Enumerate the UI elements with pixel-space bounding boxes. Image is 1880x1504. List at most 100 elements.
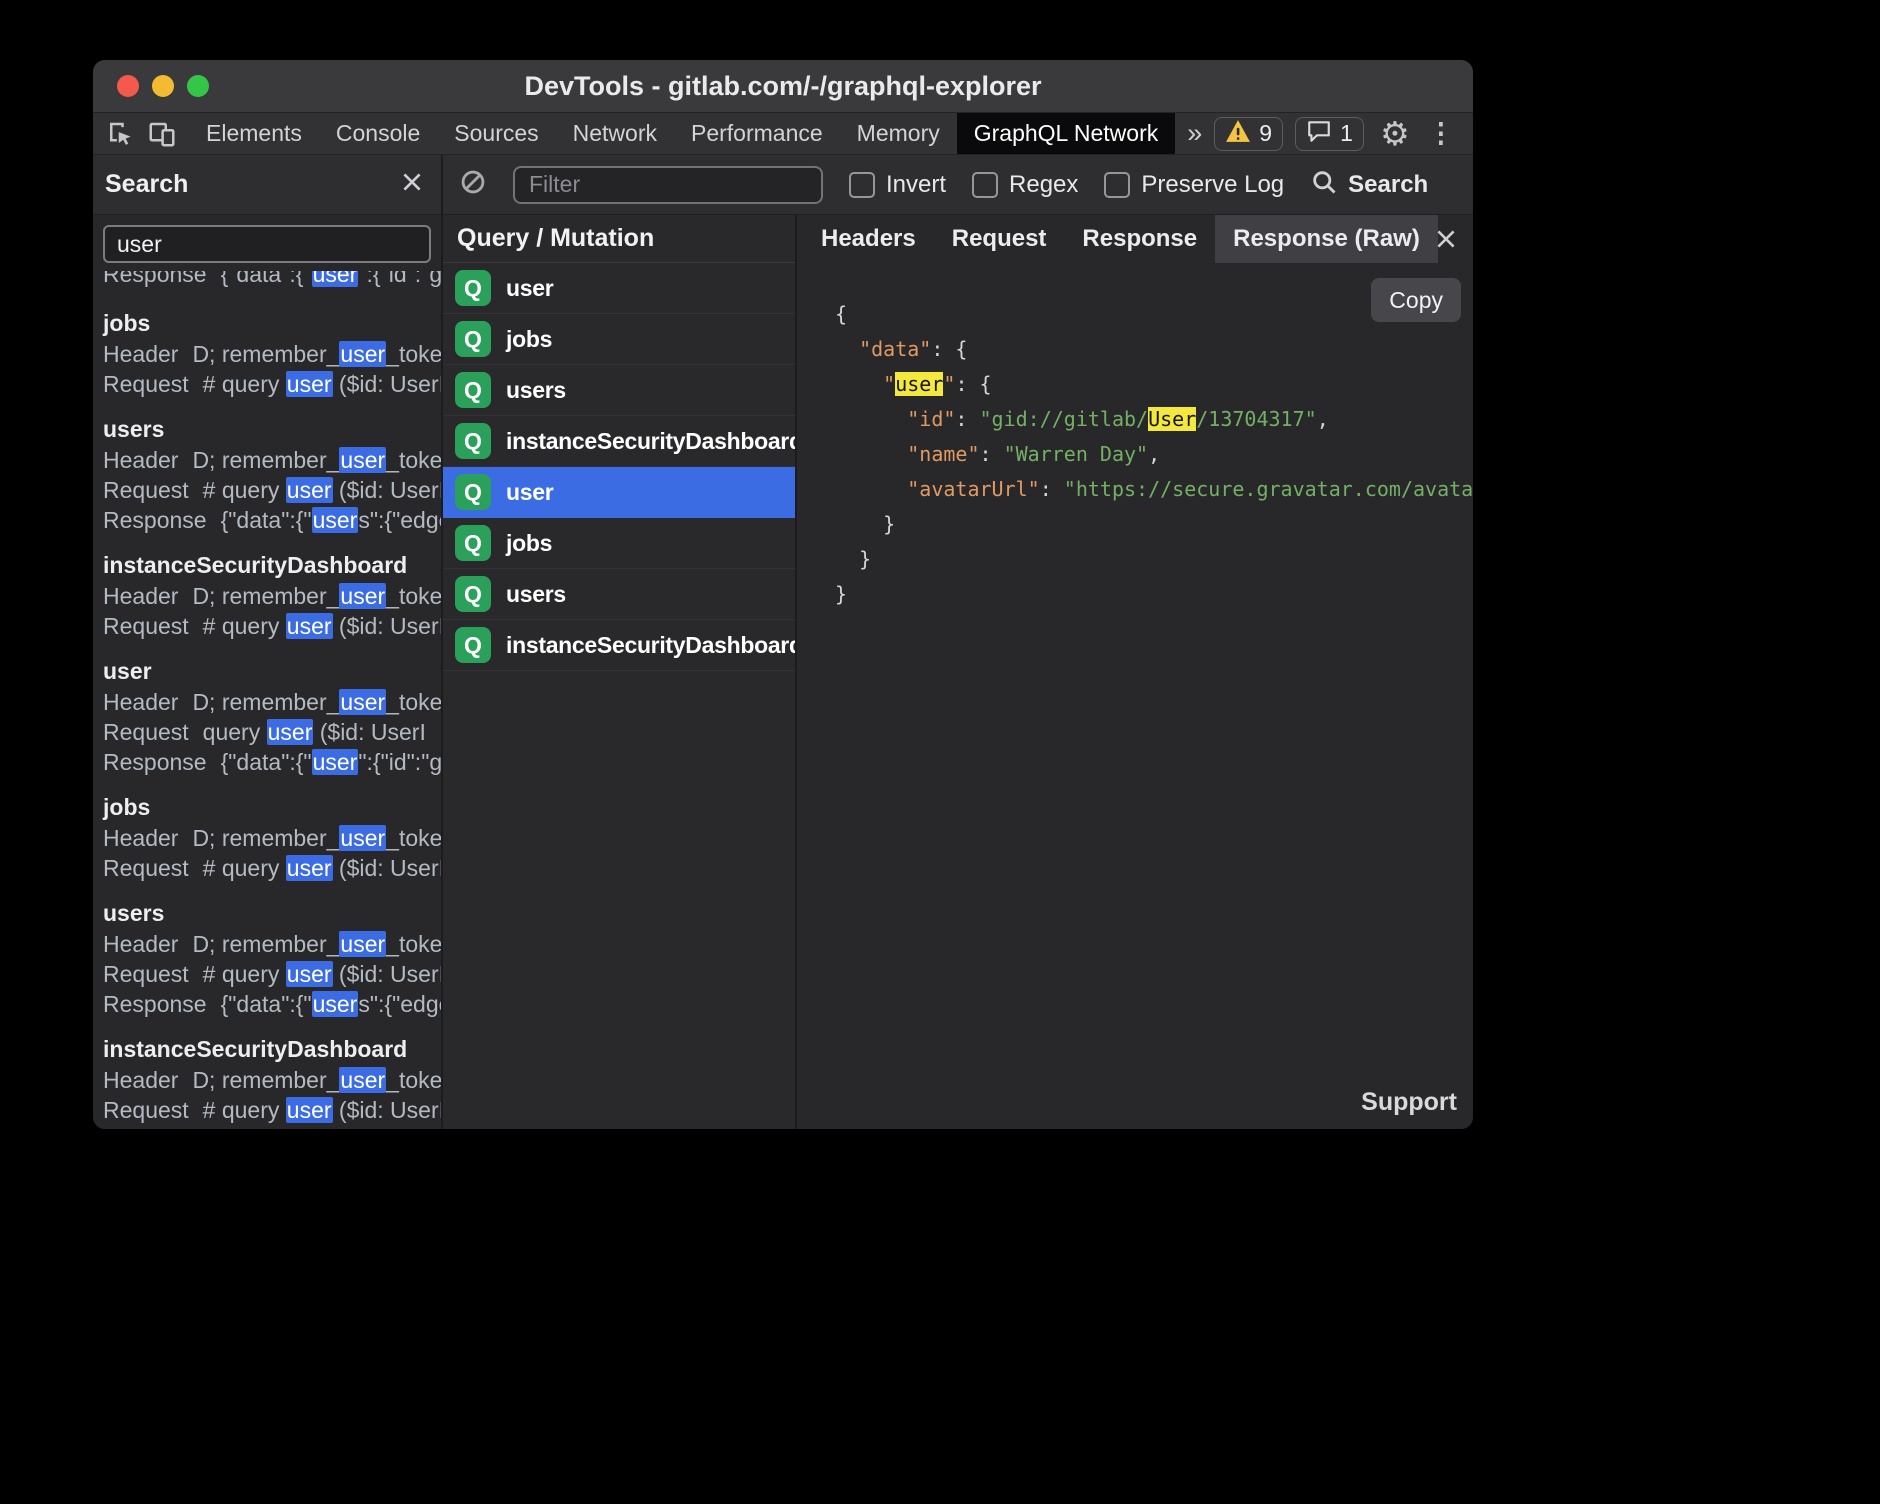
search-toggle[interactable]: Search [1310,168,1428,201]
tab-graphql-network[interactable]: GraphQL Network [957,113,1176,154]
checkbox-box-invert[interactable] [849,172,875,198]
checkbox-label-invert: Invert [886,171,946,199]
search-text-segment: # query [203,1097,286,1123]
more-tabs-chevron[interactable]: » [1175,113,1214,154]
result-section-title[interactable]: users [103,413,441,445]
query-badge: Q [455,372,491,408]
search-text-segment: ($id: UserI [333,961,441,987]
search-result-line[interactable]: HeaderD; remember_user_token=e [103,339,441,369]
search-text-segment: _token=e [386,583,441,609]
query-list-item[interactable]: Qusers [443,569,795,620]
result-section-title[interactable]: users [103,897,441,929]
search-result-line[interactable]: HeaderD; remember_user_token=e [103,687,441,717]
query-list-item-selected[interactable]: Quser [443,467,795,518]
query-list-item[interactable]: Quser [443,263,795,314]
minimize-button[interactable] [152,75,174,97]
search-result-line[interactable]: HeaderD; remember_user_token=e [103,445,441,475]
filter-checkboxes: Invert Regex Preserve Log [849,171,1284,199]
settings-gear-icon[interactable]: ⚙ [1376,113,1414,154]
checkbox-box-preserve-log[interactable] [1104,172,1130,198]
checkbox-box-regex[interactable] [972,172,998,198]
search-result-line[interactable]: HeaderD; remember_user_token=e [103,929,441,959]
response-tab-headers[interactable]: Headers [803,215,934,263]
search-icon [1310,168,1338,201]
query-list-item[interactable]: QinstanceSecurityDashboard [443,416,795,467]
checkbox-invert[interactable]: Invert [849,171,946,199]
json-line: "user": { [835,367,1473,402]
search-result-line[interactable]: HeaderD; remember_user_token=e [103,581,441,611]
result-line-label: Header [103,1067,178,1093]
json-token: "https://secure.gravatar.com/avatar [1064,477,1473,501]
close-button[interactable] [117,75,139,97]
json-token: : { [931,337,967,361]
result-line-label: Request [103,855,189,881]
more-options-icon[interactable]: ⋮ [1422,113,1460,154]
tab-sources[interactable]: Sources [437,113,555,154]
response-tab-request[interactable]: Request [934,215,1065,263]
result-section-title[interactable]: user [103,655,441,687]
tab-performance[interactable]: Performance [674,113,840,154]
search-text-segment: # query [203,613,286,639]
tab-memory[interactable]: Memory [840,113,957,154]
query-list-item[interactable]: Qjobs [443,518,795,569]
devtools-window: DevTools - gitlab.com/-/graphql-explorer… [93,60,1473,1129]
result-section-title[interactable]: instanceSecurityDashboard [103,1033,441,1065]
response-panel-close-icon[interactable] [1433,215,1459,263]
search-result-line[interactable]: Request# query user ($id: UserI [103,853,441,883]
search-result-section: usersHeaderD; remember_user_token=eReque… [103,897,441,1019]
search-match-highlight: user [339,583,386,609]
json-token: , [1317,407,1329,431]
search-panel-close-icon[interactable] [399,169,425,200]
tab-console[interactable]: Console [319,113,437,154]
search-text-segment: D; remember_ [192,583,339,609]
response-tab-response[interactable]: Response [1064,215,1215,263]
query-list-item[interactable]: Qjobs [443,314,795,365]
search-result-line[interactable]: Response{"data":{"user":{"id":"gid [103,747,441,777]
query-badge: Q [455,423,491,459]
search-result-line[interactable]: Request# query user ($id: UserI [103,475,441,505]
search-results-scroll[interactable]: Response{"data":{"user":{"id":"gid jobsH… [93,263,441,1129]
search-result-line[interactable]: Request# query user ($id: UserI [103,1095,441,1125]
result-section-title[interactable]: instanceSecurityDashboard [103,549,441,581]
search-match-highlight: user [286,613,333,639]
checkbox-regex[interactable]: Regex [972,171,1078,199]
search-result-line[interactable]: Request# query user ($id: UserI [103,611,441,641]
inspect-element-icon[interactable] [101,113,139,154]
search-result-line[interactable]: Response{"data":{"users":{"edges [103,505,441,535]
search-result-line[interactable]: HeaderD; remember_user_token=e [103,823,441,853]
messages-badge[interactable]: 1 [1295,117,1364,151]
checkbox-preserve-log[interactable]: Preserve Log [1104,171,1284,199]
search-result-line[interactable]: Request# query user ($id: UserI [103,369,441,399]
query-list-item[interactable]: Qusers [443,365,795,416]
search-result-line[interactable]: Response{"data":{"users":{"edges [103,989,441,1019]
search-header-bar: Search [93,155,443,214]
query-list-item[interactable]: QinstanceSecurityDashboard [443,620,795,671]
json-token: "gid://gitlab/ [980,407,1149,431]
result-section-title[interactable]: jobs [103,791,441,823]
support-link[interactable]: Support [1361,1088,1457,1117]
warnings-badge[interactable]: 9 [1214,117,1283,151]
tab-network[interactable]: Network [556,113,674,154]
search-result-line[interactable]: Requestquery user ($id: UserI [103,717,441,747]
search-label: Search [1348,171,1428,199]
json-token: } [835,547,871,571]
device-toolbar-icon[interactable] [143,113,181,154]
search-result-line[interactable]: Request# query user ($id: UserI [103,959,441,989]
json-response-viewer[interactable]: { "data": { "user": { "id": "gid://gitla… [835,297,1473,1129]
result-line-label: Request [103,613,189,639]
clear-icon[interactable] [459,168,487,201]
result-line-label: Header [103,341,178,367]
search-input[interactable] [103,225,431,263]
search-result-line[interactable]: Response{"data":{"user":{"id":"gid [103,271,441,289]
copy-button[interactable]: Copy [1371,278,1461,322]
search-result-line[interactable]: HeaderD; remember_user_token=e [103,1065,441,1095]
response-tab-response-raw[interactable]: Response (Raw) [1215,215,1438,263]
filter-input[interactable] [513,166,823,204]
result-line-label: Response [103,991,207,1017]
zoom-button[interactable] [187,75,209,97]
checkbox-label-preserve-log: Preserve Log [1141,171,1284,199]
result-section-title[interactable]: jobs [103,307,441,339]
query-badge: Q [455,321,491,357]
json-token [835,372,883,396]
tab-elements[interactable]: Elements [189,113,319,154]
